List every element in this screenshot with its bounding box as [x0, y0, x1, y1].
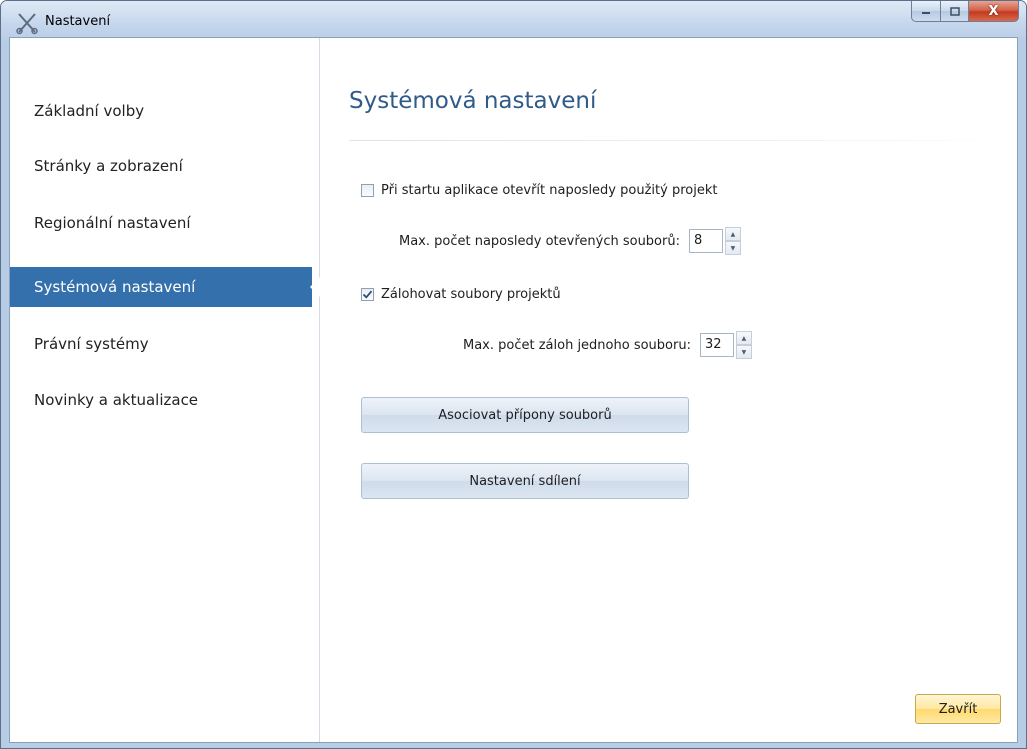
minimize-button[interactable] [911, 1, 941, 22]
window-controls: X [911, 1, 1019, 23]
settings-panel: Systémová nastavení Při startu aplikace … [321, 38, 1017, 742]
dialog-client-area: Základní volby Stránky a zobrazení Regio… [9, 37, 1018, 743]
sidebar-item-basic-options[interactable]: Základní volby [10, 91, 312, 131]
backup-projects-checkbox[interactable] [361, 288, 374, 301]
minimize-icon [922, 12, 930, 14]
window-title: Nastavení [45, 14, 111, 29]
sidebar-item-news-updates[interactable]: Novinky a aktualizace [10, 380, 312, 420]
backup-projects-label: Zálohovat soubory projektů [381, 287, 561, 302]
checkmark-icon [362, 290, 373, 299]
close-icon: X [988, 3, 999, 19]
max-backups-input[interactable]: 32 [699, 333, 734, 357]
maximize-icon [949, 6, 960, 16]
spin-down-icon[interactable]: ▼ [735, 345, 752, 359]
open-last-project-option[interactable]: Při startu aplikace otevřít naposledy po… [361, 183, 717, 198]
sidebar-item-regional-settings[interactable]: Regionální nastavení [10, 203, 312, 243]
sharing-settings-button[interactable]: Nastavení sdílení [361, 463, 689, 499]
associate-extensions-button[interactable]: Asociovat přípony souborů [361, 397, 689, 433]
max-recent-files-row: Max. počet naposledy otevřených souborů:… [399, 227, 741, 255]
open-last-project-label: Při startu aplikace otevřít naposledy po… [381, 183, 718, 198]
sidebar-item-pages-display[interactable]: Stránky a zobrazení [10, 146, 312, 186]
spin-up-icon[interactable]: ▲ [735, 331, 752, 345]
max-backups-label: Max. počet záloh jednoho souboru: [463, 337, 691, 353]
close-button[interactable]: Zavřít [915, 694, 1001, 724]
backup-projects-option[interactable]: Zálohovat soubory projektů [361, 287, 561, 302]
sidebar: Základní volby Stránky a zobrazení Regio… [10, 38, 320, 742]
sidebar-item-system-settings[interactable]: Systémová nastavení [10, 267, 320, 307]
max-recent-files-spinner[interactable]: ▲ ▼ [724, 227, 741, 255]
max-backups-spinner[interactable]: ▲ ▼ [735, 331, 752, 359]
open-last-project-checkbox[interactable] [361, 184, 374, 197]
close-window-button[interactable]: X [969, 1, 1019, 22]
page-title: Systémová nastavení [349, 88, 597, 114]
max-backups-row: Max. počet záloh jednoho souboru: 32 ▲ ▼ [463, 331, 752, 359]
sidebar-item-legal-systems[interactable]: Právní systémy [10, 324, 312, 364]
maximize-button[interactable] [941, 1, 969, 22]
settings-window: Nastavení X Základní volby Stránky a zob… [0, 0, 1027, 749]
title-divider [349, 140, 1009, 141]
spin-down-icon[interactable]: ▼ [724, 241, 741, 255]
max-recent-files-input[interactable]: 8 [688, 229, 723, 253]
max-recent-files-label: Max. počet naposledy otevřených souborů: [399, 233, 680, 249]
spin-up-icon[interactable]: ▲ [724, 227, 741, 241]
scissors-icon [16, 13, 38, 35]
